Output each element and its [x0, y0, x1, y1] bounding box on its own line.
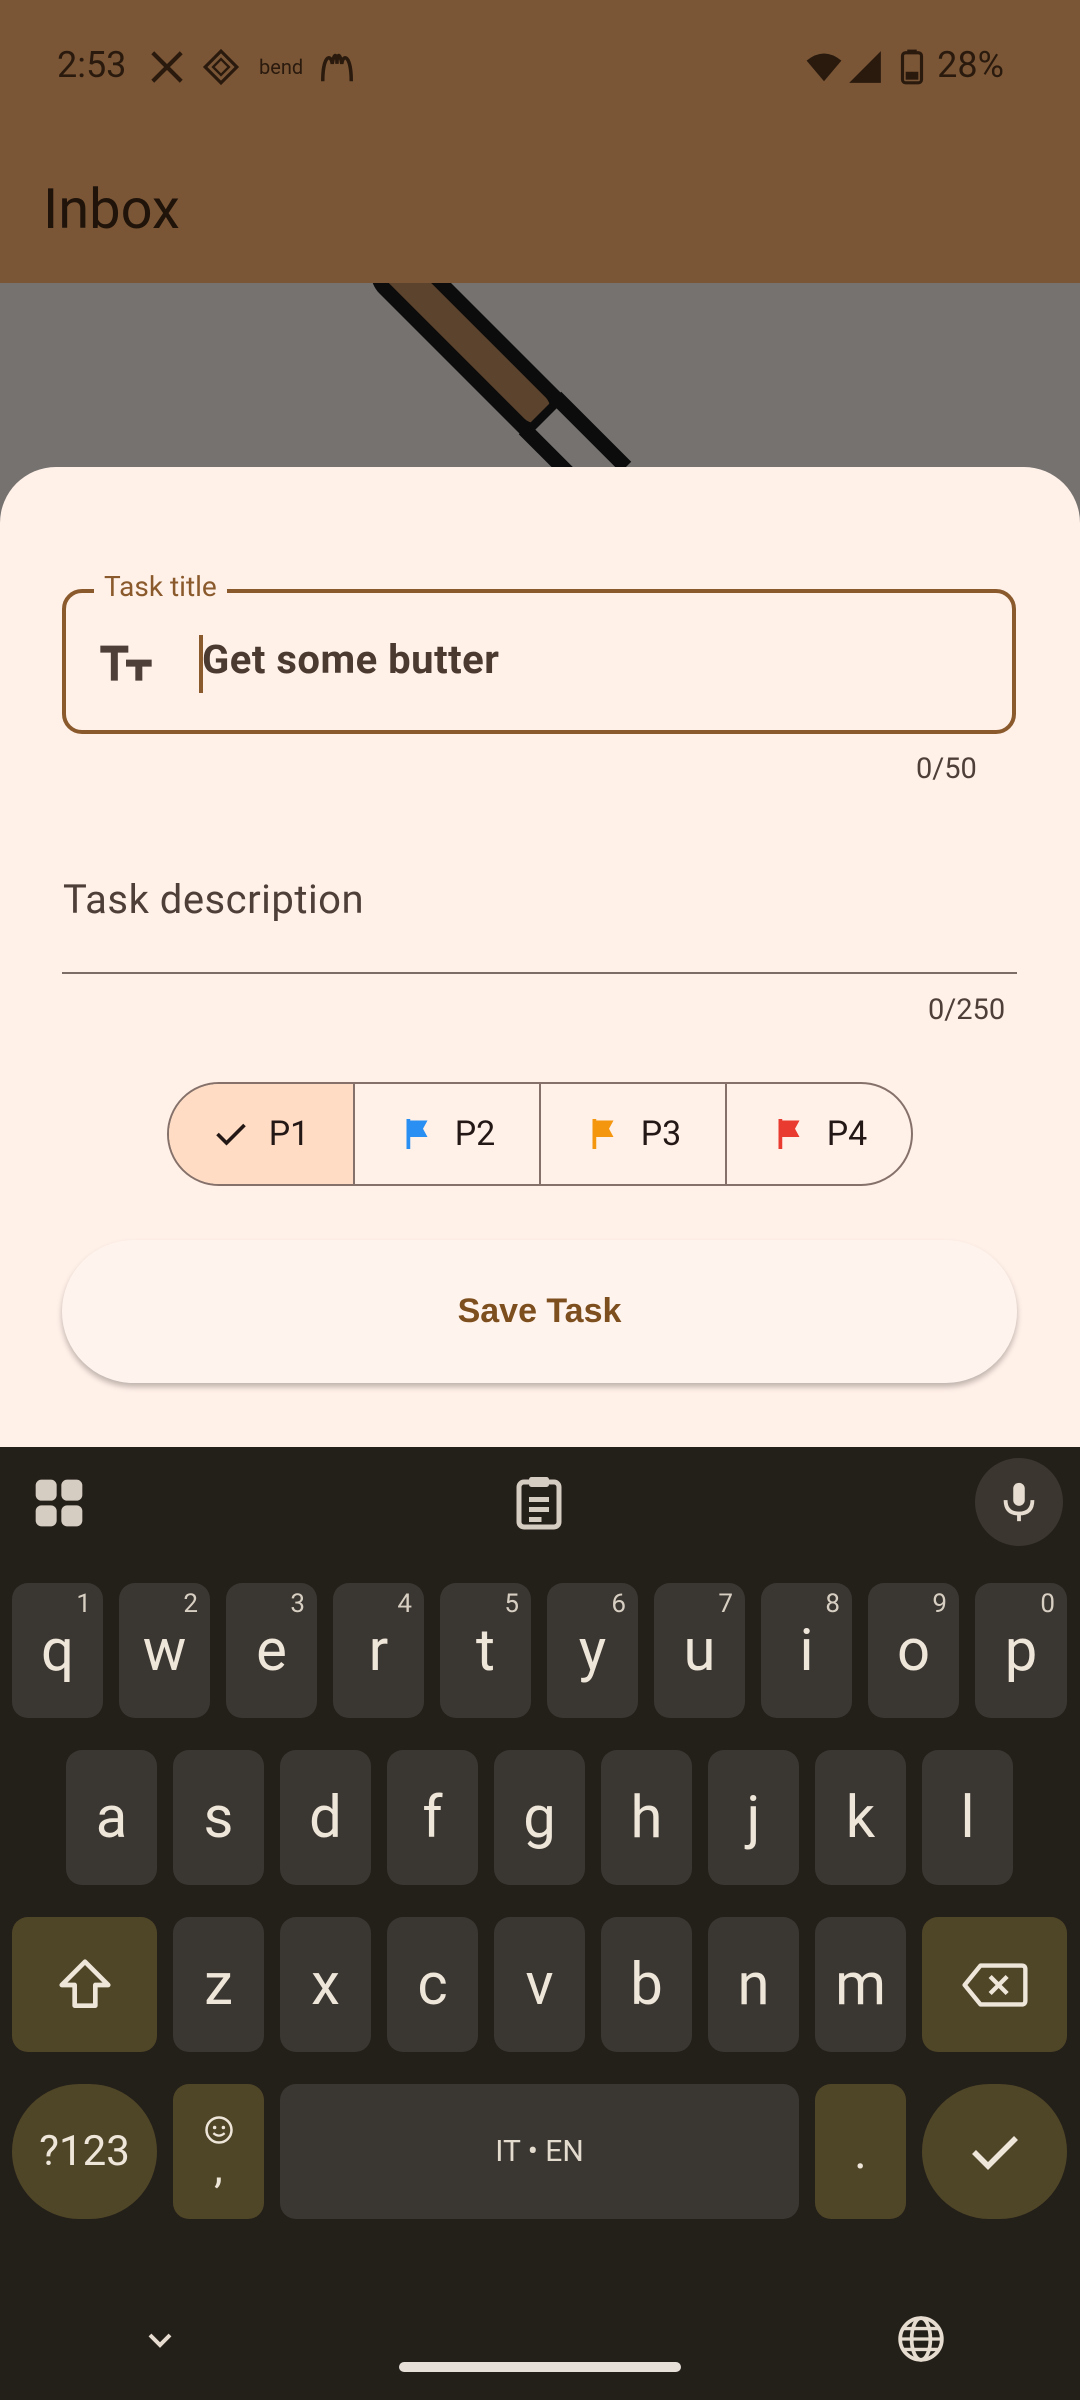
key-s[interactable]: s	[173, 1750, 264, 1885]
key-r[interactable]: r4	[333, 1583, 424, 1718]
app-diamond-icon	[202, 48, 240, 86]
key-t[interactable]: t5	[440, 1583, 531, 1718]
backspace-key[interactable]	[922, 1917, 1067, 2052]
task-title-input[interactable]: Get some butter	[202, 636, 499, 683]
comma-emoji-key[interactable]: ,	[173, 2084, 264, 2219]
key-x[interactable]: x	[280, 1917, 371, 2052]
key-o[interactable]: o9	[868, 1583, 959, 1718]
battery-percent: 28%	[937, 44, 1004, 86]
battery-icon	[900, 49, 924, 85]
key-h[interactable]: h	[601, 1750, 692, 1885]
page-title: Inbox	[43, 176, 180, 242]
description-counter: 0/250	[928, 993, 1006, 1027]
key-p[interactable]: p0	[975, 1583, 1067, 1718]
globe-icon[interactable]	[896, 2314, 946, 2364]
key-j[interactable]: j	[708, 1750, 799, 1885]
enter-key[interactable]	[922, 2084, 1067, 2219]
key-d[interactable]: d	[280, 1750, 371, 1885]
x-icon	[151, 51, 183, 83]
key-v[interactable]: v	[494, 1917, 585, 2052]
priority-label: P4	[826, 1114, 868, 1154]
key-l[interactable]: l	[922, 1750, 1013, 1885]
key-w[interactable]: w2	[119, 1583, 210, 1718]
save-task-button[interactable]: Save Task	[62, 1240, 1017, 1383]
key-g[interactable]: g	[494, 1750, 585, 1885]
wifi-icon	[806, 53, 842, 82]
bend-icon: bend	[259, 55, 304, 79]
key-b[interactable]: b	[601, 1917, 692, 2052]
background-illustration	[0, 283, 1080, 483]
symbols-key[interactable]: ?123	[12, 2084, 157, 2219]
key-n[interactable]: n	[708, 1917, 799, 2052]
app-bar: 2:53 bend 28% Inbox	[0, 0, 1080, 283]
flag-icon	[406, 1119, 428, 1149]
key-u[interactable]: u7	[654, 1583, 745, 1718]
microphone-icon	[1003, 1482, 1035, 1522]
shift-icon	[58, 1958, 111, 2008]
task-title-label: Task title	[94, 570, 227, 603]
emoji-icon	[204, 2115, 233, 2144]
priority-p2[interactable]: P2	[355, 1084, 541, 1184]
priority-label: P1	[268, 1114, 310, 1154]
key-e[interactable]: e3	[226, 1583, 317, 1718]
knife-illustration	[373, 283, 632, 483]
key-c[interactable]: c	[387, 1917, 478, 2052]
status-time: 2:53	[57, 44, 127, 86]
mcdonalds-icon	[321, 53, 353, 82]
priority-label: P3	[640, 1114, 682, 1154]
key-f[interactable]: f	[387, 1750, 478, 1885]
priority-p1[interactable]: P1	[169, 1084, 355, 1184]
task-description-input[interactable]: Task description	[63, 876, 364, 923]
cell-signal-icon	[849, 51, 881, 83]
check-icon	[971, 2135, 1018, 2170]
priority-label: P2	[454, 1114, 496, 1154]
clipboard-icon[interactable]	[509, 1472, 569, 1532]
apps-grid-icon[interactable]	[31, 1475, 87, 1531]
backspace-icon	[961, 1962, 1028, 2007]
description-underline	[62, 972, 1017, 974]
navigation-handle[interactable]	[399, 2362, 681, 2372]
priority-selector: P1 P2 P3 P4	[167, 1082, 913, 1186]
key-i[interactable]: i8	[761, 1583, 852, 1718]
period-key[interactable]: .	[815, 2084, 906, 2219]
key-y[interactable]: y6	[547, 1583, 638, 1718]
shift-key[interactable]	[12, 1917, 157, 2052]
title-counter: 0/50	[916, 752, 977, 786]
key-m[interactable]: m	[815, 1917, 906, 2052]
key-a[interactable]: a	[66, 1750, 157, 1885]
chevron-down-icon[interactable]	[140, 2320, 180, 2360]
priority-p3[interactable]: P3	[541, 1084, 727, 1184]
flag-icon	[592, 1119, 614, 1149]
key-k[interactable]: k	[815, 1750, 906, 1885]
check-icon	[215, 1123, 246, 1146]
flag-icon	[778, 1119, 800, 1149]
space-key[interactable]: IT • EN	[280, 2084, 799, 2219]
status-bar: 2:53 bend 28%	[0, 0, 1080, 135]
key-q[interactable]: q1	[12, 1583, 103, 1718]
priority-p4[interactable]: P4	[727, 1084, 911, 1184]
key-z[interactable]: z	[173, 1917, 264, 2052]
voice-input-button[interactable]	[975, 1458, 1063, 1546]
text-fields-icon	[100, 645, 152, 681]
